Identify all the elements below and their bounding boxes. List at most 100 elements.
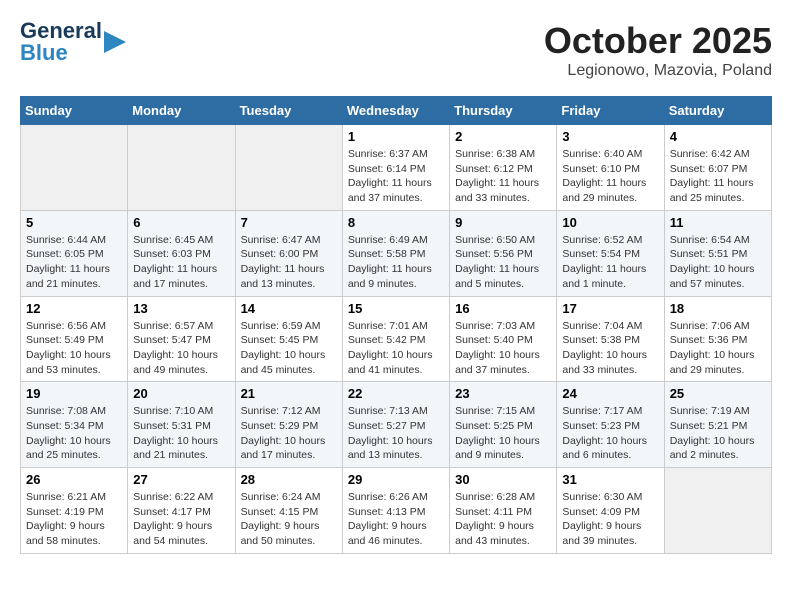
calendar-header-row: SundayMondayTuesdayWednesdayThursdayFrid… xyxy=(21,97,772,125)
logo-blue: Blue xyxy=(20,42,102,64)
day-number: 31 xyxy=(562,472,658,487)
day-number: 6 xyxy=(133,215,229,230)
day-info: Sunrise: 6:56 AMSunset: 5:49 PMDaylight:… xyxy=(26,319,122,378)
calendar-cell: 20Sunrise: 7:10 AMSunset: 5:31 PMDayligh… xyxy=(128,382,235,468)
day-info: Sunrise: 7:03 AMSunset: 5:40 PMDaylight:… xyxy=(455,319,551,378)
weekday-header-wednesday: Wednesday xyxy=(342,97,449,125)
day-info: Sunrise: 6:59 AMSunset: 5:45 PMDaylight:… xyxy=(241,319,337,378)
month-title: October 2025 xyxy=(544,20,772,62)
day-info: Sunrise: 6:54 AMSunset: 5:51 PMDaylight:… xyxy=(670,233,766,292)
day-number: 8 xyxy=(348,215,444,230)
calendar-week-row: 1 Sunrise: 6:37 AMSunset: 6:14 PMDaylight… xyxy=(21,125,772,211)
weekday-header-friday: Friday xyxy=(557,97,664,125)
location-subtitle: Legionowo, Mazovia, Poland xyxy=(544,62,772,80)
day-info: Sunrise: 6:37 AMSunset: 6:14 PMDaylight:… xyxy=(348,147,444,206)
day-number: 13 xyxy=(133,301,229,316)
calendar-cell: 5 Sunrise: 6:44 AMSunset: 6:05 PMDaylight… xyxy=(21,210,128,296)
day-info: Sunrise: 7:15 AMSunset: 5:25 PMDaylight:… xyxy=(455,404,551,463)
calendar-cell: 31 Sunrise: 6:30 AMSunset: 4:09 PMDayligh… xyxy=(557,468,664,554)
calendar-cell: 21 Sunrise: 7:12 AMSunset: 5:29 PMDayligh… xyxy=(235,382,342,468)
calendar-cell: 25 Sunrise: 7:19 AMSunset: 5:21 PMDayligh… xyxy=(664,382,771,468)
day-number: 22 xyxy=(348,386,444,401)
day-info: Sunrise: 7:12 AMSunset: 5:29 PMDaylight:… xyxy=(241,404,337,463)
calendar-cell: 9 Sunrise: 6:50 AMSunset: 5:56 PMDaylight… xyxy=(450,210,557,296)
calendar-cell: 15Sunrise: 7:01 AMSunset: 5:42 PMDayligh… xyxy=(342,296,449,382)
day-number: 19 xyxy=(26,386,122,401)
day-info: Sunrise: 7:17 AMSunset: 5:23 PMDaylight:… xyxy=(562,404,658,463)
calendar-cell xyxy=(664,468,771,554)
weekday-header-monday: Monday xyxy=(128,97,235,125)
logo-general: General xyxy=(20,20,102,42)
day-info: Sunrise: 6:26 AMSunset: 4:13 PMDaylight:… xyxy=(348,490,444,549)
day-info: Sunrise: 7:13 AMSunset: 5:27 PMDaylight:… xyxy=(348,404,444,463)
calendar-cell xyxy=(128,125,235,211)
day-info: Sunrise: 7:08 AMSunset: 5:34 PMDaylight:… xyxy=(26,404,122,463)
day-info: Sunrise: 6:47 AMSunset: 6:00 PMDaylight:… xyxy=(241,233,337,292)
calendar-cell: 24 Sunrise: 7:17 AMSunset: 5:23 PMDayligh… xyxy=(557,382,664,468)
calendar-cell: 4 Sunrise: 6:42 AMSunset: 6:07 PMDaylight… xyxy=(664,125,771,211)
calendar-cell xyxy=(21,125,128,211)
calendar-week-row: 5 Sunrise: 6:44 AMSunset: 6:05 PMDaylight… xyxy=(21,210,772,296)
calendar-cell: 13 Sunrise: 6:57 AMSunset: 5:47 PMDayligh… xyxy=(128,296,235,382)
calendar-cell: 12 Sunrise: 6:56 AMSunset: 5:49 PMDayligh… xyxy=(21,296,128,382)
day-number: 5 xyxy=(26,215,122,230)
day-number: 2 xyxy=(455,129,551,144)
calendar-week-row: 12 Sunrise: 6:56 AMSunset: 5:49 PMDayligh… xyxy=(21,296,772,382)
day-info: Sunrise: 6:44 AMSunset: 6:05 PMDaylight:… xyxy=(26,233,122,292)
day-number: 4 xyxy=(670,129,766,144)
day-info: Sunrise: 6:57 AMSunset: 5:47 PMDaylight:… xyxy=(133,319,229,378)
day-number: 14 xyxy=(241,301,337,316)
weekday-header-tuesday: Tuesday xyxy=(235,97,342,125)
calendar-cell: 8Sunrise: 6:49 AMSunset: 5:58 PMDaylight… xyxy=(342,210,449,296)
day-number: 24 xyxy=(562,386,658,401)
day-number: 16 xyxy=(455,301,551,316)
day-info: Sunrise: 6:30 AMSunset: 4:09 PMDaylight:… xyxy=(562,490,658,549)
day-info: Sunrise: 6:38 AMSunset: 6:12 PMDaylight:… xyxy=(455,147,551,206)
day-number: 17 xyxy=(562,301,658,316)
day-info: Sunrise: 7:19 AMSunset: 5:21 PMDaylight:… xyxy=(670,404,766,463)
calendar-cell xyxy=(235,125,342,211)
logo-arrow-icon xyxy=(104,31,126,53)
day-number: 26 xyxy=(26,472,122,487)
calendar-week-row: 19 Sunrise: 7:08 AMSunset: 5:34 PMDayligh… xyxy=(21,382,772,468)
calendar-week-row: 26 Sunrise: 6:21 AMSunset: 4:19 PMDayligh… xyxy=(21,468,772,554)
day-number: 29 xyxy=(348,472,444,487)
day-info: Sunrise: 6:42 AMSunset: 6:07 PMDaylight:… xyxy=(670,147,766,206)
day-number: 1 xyxy=(348,129,444,144)
day-info: Sunrise: 6:21 AMSunset: 4:19 PMDaylight:… xyxy=(26,490,122,549)
calendar-cell: 28Sunrise: 6:24 AMSunset: 4:15 PMDayligh… xyxy=(235,468,342,554)
weekday-header-saturday: Saturday xyxy=(664,97,771,125)
calendar-cell: 17 Sunrise: 7:04 AMSunset: 5:38 PMDayligh… xyxy=(557,296,664,382)
title-block: October 2025 Legionowo, Mazovia, Poland xyxy=(544,20,772,80)
day-number: 30 xyxy=(455,472,551,487)
calendar-cell: 10 Sunrise: 6:52 AMSunset: 5:54 PMDayligh… xyxy=(557,210,664,296)
day-number: 23 xyxy=(455,386,551,401)
day-info: Sunrise: 7:04 AMSunset: 5:38 PMDaylight:… xyxy=(562,319,658,378)
calendar-cell: 30 Sunrise: 6:28 AMSunset: 4:11 PMDayligh… xyxy=(450,468,557,554)
day-number: 21 xyxy=(241,386,337,401)
day-info: Sunrise: 6:40 AMSunset: 6:10 PMDaylight:… xyxy=(562,147,658,206)
calendar-cell: 19 Sunrise: 7:08 AMSunset: 5:34 PMDayligh… xyxy=(21,382,128,468)
page-header: General Blue October 2025 Legionowo, Maz… xyxy=(20,20,772,80)
calendar-cell: 16 Sunrise: 7:03 AMSunset: 5:40 PMDayligh… xyxy=(450,296,557,382)
day-number: 20 xyxy=(133,386,229,401)
day-number: 12 xyxy=(26,301,122,316)
day-number: 7 xyxy=(241,215,337,230)
day-number: 27 xyxy=(133,472,229,487)
calendar-cell: 22 Sunrise: 7:13 AMSunset: 5:27 PMDayligh… xyxy=(342,382,449,468)
day-number: 25 xyxy=(670,386,766,401)
day-info: Sunrise: 7:01 AMSunset: 5:42 PMDaylight:… xyxy=(348,319,444,378)
day-number: 10 xyxy=(562,215,658,230)
day-info: Sunrise: 7:06 AMSunset: 5:36 PMDaylight:… xyxy=(670,319,766,378)
day-number: 9 xyxy=(455,215,551,230)
day-info: Sunrise: 6:50 AMSunset: 5:56 PMDaylight:… xyxy=(455,233,551,292)
day-number: 11 xyxy=(670,215,766,230)
day-info: Sunrise: 6:52 AMSunset: 5:54 PMDaylight:… xyxy=(562,233,658,292)
calendar-cell: 6Sunrise: 6:45 AMSunset: 6:03 PMDaylight… xyxy=(128,210,235,296)
day-info: Sunrise: 6:28 AMSunset: 4:11 PMDaylight:… xyxy=(455,490,551,549)
calendar-cell: 2 Sunrise: 6:38 AMSunset: 6:12 PMDaylight… xyxy=(450,125,557,211)
calendar-cell: 18 Sunrise: 7:06 AMSunset: 5:36 PMDayligh… xyxy=(664,296,771,382)
calendar-cell: 14 Sunrise: 6:59 AMSunset: 5:45 PMDayligh… xyxy=(235,296,342,382)
day-number: 18 xyxy=(670,301,766,316)
calendar-cell: 23 Sunrise: 7:15 AMSunset: 5:25 PMDayligh… xyxy=(450,382,557,468)
